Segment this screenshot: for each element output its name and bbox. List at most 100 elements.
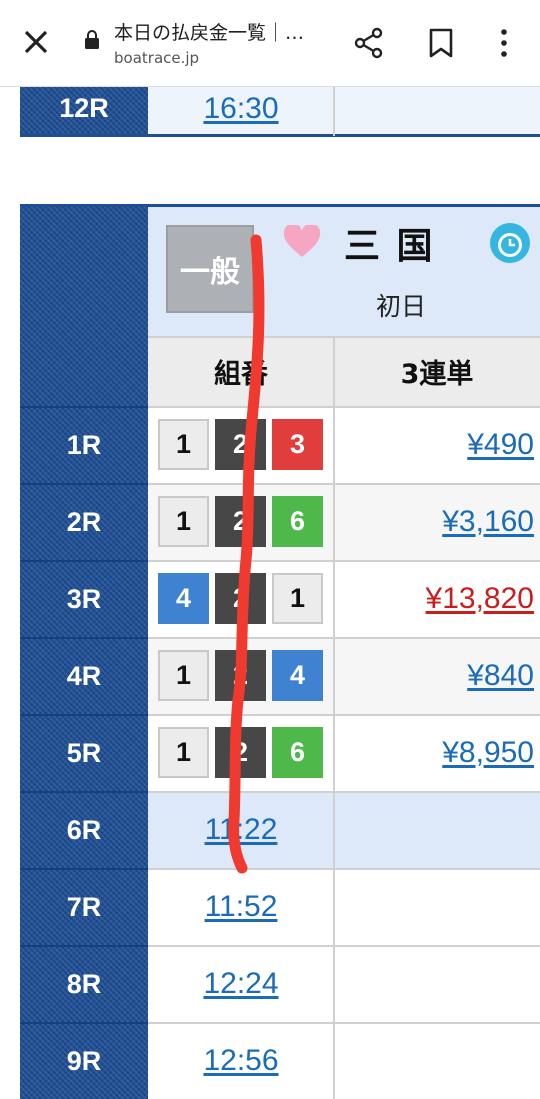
payout-cell: ¥3,160: [334, 483, 540, 560]
race-label: 7R: [20, 868, 148, 945]
table-corner: [20, 204, 148, 406]
divider: [333, 483, 335, 560]
venue-name: 三 国: [344, 226, 435, 267]
divider: [333, 1022, 335, 1099]
race-label: 6R: [20, 791, 148, 868]
boat-number-box: 3: [272, 419, 323, 470]
boat-number-box: 6: [272, 727, 323, 778]
race-time-link[interactable]: 16:30: [203, 92, 278, 126]
race-number: 2R: [66, 507, 102, 537]
payout-link[interactable]: ¥8,950: [442, 736, 534, 770]
divider: [333, 406, 335, 483]
boat-number-box: 1: [158, 650, 209, 701]
divider: [333, 714, 335, 791]
boat-number-box: 2: [215, 573, 266, 624]
race-label: 5R: [20, 714, 148, 791]
payout-cell: ¥8,950: [334, 714, 540, 791]
payout-link[interactable]: ¥13,820: [426, 582, 534, 616]
boat-number-box: 1: [158, 419, 209, 470]
race-label: 4R: [20, 637, 148, 714]
empty-cell: [334, 1022, 540, 1099]
race-day: 初日: [376, 292, 427, 321]
divider: [148, 406, 540, 408]
boat-number-box: 1: [158, 496, 209, 547]
page-url: boatrace.jp: [114, 49, 200, 67]
race-label: 3R: [20, 560, 148, 637]
race-number: 1R: [66, 430, 102, 460]
payout-cell: ¥13,820: [334, 560, 540, 637]
bookmark-icon[interactable]: [428, 28, 454, 58]
more-vert-icon[interactable]: [494, 26, 514, 60]
grade-badge: 一般: [166, 225, 254, 313]
divider: [333, 337, 335, 406]
race-number: 5R: [66, 738, 102, 768]
race-number: 9R: [66, 1046, 102, 1076]
race-time-cell: 11:22: [148, 791, 334, 868]
divider: [148, 483, 540, 485]
empty-cell: [334, 945, 540, 1022]
divider: [333, 791, 335, 868]
combination-cell: 126: [148, 483, 334, 560]
race-time-cell: 12:56: [148, 1022, 334, 1099]
race-time-cell: 11:52: [148, 868, 334, 945]
combination-cell: 124: [148, 637, 334, 714]
divider: [148, 560, 540, 562]
boat-number-box: 2: [215, 727, 266, 778]
race-label: 2R: [20, 483, 148, 560]
divider: [148, 336, 540, 338]
lock-icon: [85, 30, 99, 49]
divider: [333, 868, 335, 945]
divider: [148, 945, 540, 947]
payout-link[interactable]: ¥840: [467, 659, 534, 693]
combination-cell: 126: [148, 714, 334, 791]
boat-number-box: 1: [158, 727, 209, 778]
alarm-clock-icon[interactable]: [488, 221, 532, 265]
table-bottom-border: [20, 134, 540, 137]
payout-link[interactable]: ¥3,160: [442, 505, 534, 539]
race-time-link[interactable]: 12:56: [203, 1044, 278, 1078]
payout-cell: ¥490: [334, 406, 540, 483]
race-label: 9R: [20, 1022, 148, 1099]
boat-number-box: 1: [272, 573, 323, 624]
divider: [148, 714, 540, 716]
boat-number-box: 2: [215, 650, 266, 701]
venue-header: 一般 三 国 初日: [148, 207, 540, 337]
boat-number-box: 2: [215, 496, 266, 547]
browser-toolbar: 本日の払戻金一覧｜… boatrace.jp: [0, 0, 540, 87]
race-time-link[interactable]: 11:52: [205, 890, 278, 924]
boat-number-box: 6: [272, 496, 323, 547]
boat-number-box: 4: [158, 573, 209, 624]
combination-cell: 421: [148, 560, 334, 637]
empty-cell: [334, 868, 540, 945]
divider: [148, 1022, 540, 1024]
boat-number-box: 2: [215, 419, 266, 470]
race-label: 8R: [20, 945, 148, 1022]
race-time-link[interactable]: 12:24: [203, 967, 278, 1001]
header-trifecta: 3連単: [334, 337, 540, 406]
combination-cell: 123: [148, 406, 334, 483]
close-icon[interactable]: [20, 26, 52, 58]
divider: [333, 560, 335, 637]
divider: [333, 637, 335, 714]
divider: [148, 791, 540, 793]
divider: [333, 86, 335, 136]
race-time-cell: 12:24: [148, 945, 334, 1022]
heart-icon[interactable]: [282, 225, 322, 259]
divider: [148, 637, 540, 639]
race-number: 4R: [66, 661, 102, 691]
boat-number-box: 4: [272, 650, 323, 701]
empty-cell: [334, 791, 540, 868]
race-number: 7R: [66, 892, 102, 922]
payout-link[interactable]: ¥490: [467, 428, 534, 462]
race-time-link[interactable]: 11:22: [205, 813, 278, 847]
divider: [148, 868, 540, 870]
race-number: 8R: [66, 969, 102, 999]
payout-cell: ¥840: [334, 637, 540, 714]
race-label: 1R: [20, 406, 148, 483]
header-combination: 組番: [148, 337, 334, 406]
race-number: 3R: [66, 584, 102, 614]
divider: [333, 945, 335, 1022]
share-icon[interactable]: [352, 26, 386, 60]
race-number: 6R: [66, 815, 102, 845]
page-title: 本日の払戻金一覧｜…: [114, 22, 305, 44]
